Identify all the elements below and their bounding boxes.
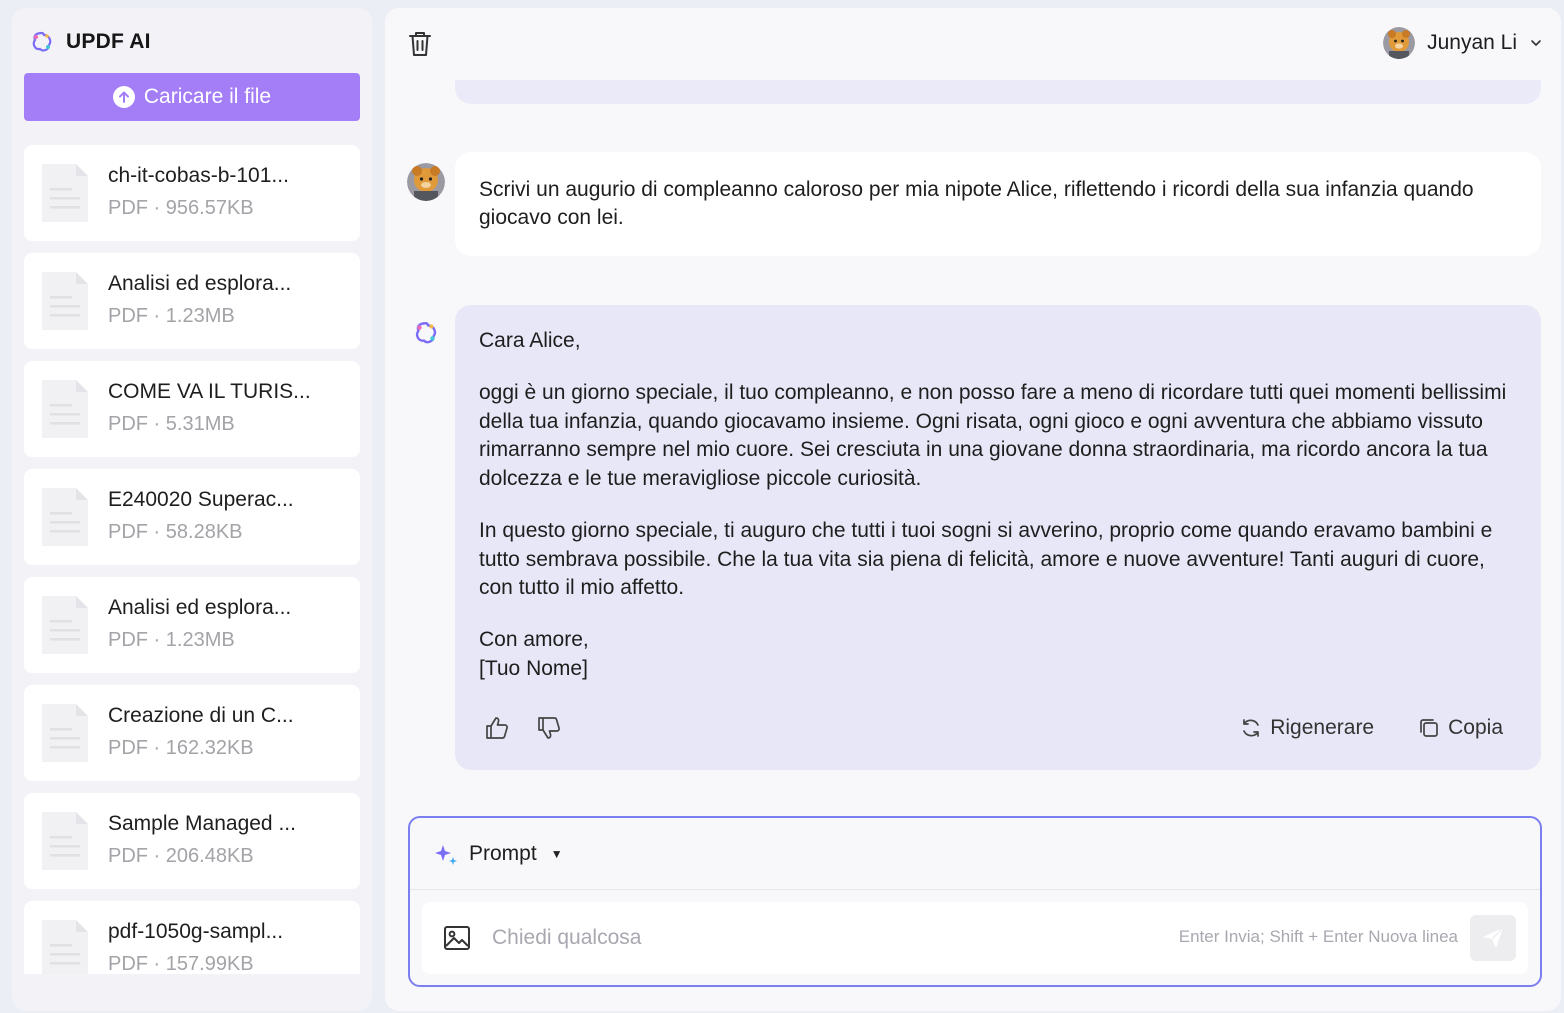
image-icon[interactable] bbox=[442, 923, 472, 953]
user-message: Scrivi un augurio di compleanno caloroso… bbox=[455, 152, 1541, 256]
trash-icon[interactable] bbox=[407, 30, 433, 58]
regenerate-icon bbox=[1243, 719, 1260, 737]
file-name: COME VA IL TURIS... bbox=[108, 380, 311, 403]
prompt-mode-dropdown[interactable]: Prompt ▼ bbox=[410, 818, 1540, 890]
top-bar: Junyan Li bbox=[385, 8, 1561, 80]
file-meta: PDF · 1.23MB bbox=[108, 629, 235, 651]
pdf-file-icon bbox=[42, 380, 88, 438]
file-item[interactable]: E240020 Superac... PDF · 58.28KB bbox=[24, 469, 360, 565]
file-item[interactable]: Analisi ed esplora... PDF · 1.23MB bbox=[24, 253, 360, 349]
ai-paragraph: In questo giorno speciale, ti auguro che… bbox=[479, 518, 1493, 600]
file-name: Analisi ed esplora... bbox=[108, 596, 292, 619]
file-meta: PDF · 58.28KB bbox=[108, 521, 243, 543]
pdf-file-icon bbox=[42, 164, 88, 222]
file-meta: PDF · 1.23MB bbox=[108, 305, 235, 327]
chevron-down-icon bbox=[1531, 40, 1541, 46]
ai-signature: [Tuo Nome] bbox=[479, 656, 588, 680]
avatar bbox=[407, 163, 445, 201]
upload-file-button[interactable]: Caricare il file bbox=[24, 73, 360, 121]
pdf-file-icon bbox=[42, 812, 88, 870]
file-item[interactable]: Creazione di un C... PDF · 162.32KB bbox=[24, 685, 360, 781]
brand-name: UPDF AI bbox=[66, 30, 151, 53]
updf-logo-icon bbox=[32, 31, 52, 52]
file-item[interactable]: pdf-1050g-sampl... PDF · 157.99KB bbox=[24, 901, 360, 974]
sparkle-icon bbox=[435, 844, 457, 865]
send-button[interactable] bbox=[1470, 915, 1516, 961]
regenerate-button[interactable]: Rigenerare bbox=[1240, 714, 1374, 743]
chat-panel: Junyan Li Scrivi un augurio di compleann… bbox=[385, 8, 1561, 1011]
file-name: pdf-1050g-sampl... bbox=[108, 920, 284, 943]
file-name: ch-it-cobas-b-101... bbox=[108, 164, 289, 187]
file-item[interactable]: ch-it-cobas-b-101... PDF · 956.57KB bbox=[24, 145, 360, 241]
pdf-file-icon bbox=[42, 920, 88, 974]
composer: Prompt ▼ Enter Invia; Shift + Enter Nuov… bbox=[408, 816, 1542, 987]
copy-button[interactable]: Copia bbox=[1418, 714, 1503, 743]
file-meta: PDF · 206.48KB bbox=[108, 845, 254, 867]
pdf-file-icon bbox=[42, 272, 88, 330]
copy-icon bbox=[1420, 719, 1438, 737]
avatar bbox=[1383, 27, 1416, 59]
file-item[interactable]: Sample Managed ... PDF · 206.48KB bbox=[24, 793, 360, 889]
file-name: Analisi ed esplora... bbox=[108, 272, 292, 295]
sidebar: UPDF AI Caricare il file ch-it-cobas-b-1… bbox=[12, 8, 372, 1011]
ask-input[interactable] bbox=[492, 920, 1052, 956]
brand: UPDF AI bbox=[30, 30, 151, 54]
copy-label: Copia bbox=[1448, 715, 1503, 739]
thumbs-up-icon bbox=[486, 717, 508, 739]
file-list: ch-it-cobas-b-101... PDF · 956.57KB Anal… bbox=[24, 145, 360, 974]
prompt-mode-label: Prompt bbox=[469, 841, 537, 865]
caret-down-icon: ▼ bbox=[550, 846, 563, 861]
upload-file-label: Caricare il file bbox=[143, 85, 272, 108]
pdf-file-icon bbox=[42, 596, 88, 654]
ai-message: Cara Alice, oggi è un giorno speciale, i… bbox=[455, 305, 1541, 770]
updf-logo-icon bbox=[415, 322, 437, 344]
file-name: E240020 Superac... bbox=[108, 488, 294, 511]
thumbs-down-button[interactable] bbox=[535, 714, 563, 742]
composer-input-row: Enter Invia; Shift + Enter Nuova linea bbox=[422, 902, 1528, 974]
regenerate-label: Rigenerare bbox=[1270, 715, 1375, 739]
file-meta: PDF · 5.31MB bbox=[108, 413, 235, 435]
ai-greeting: Cara Alice, bbox=[479, 329, 581, 352]
file-meta: PDF · 162.32KB bbox=[108, 737, 254, 759]
upload-arrow-icon bbox=[112, 86, 135, 108]
pdf-file-icon bbox=[42, 704, 88, 762]
file-name: Sample Managed ... bbox=[108, 812, 296, 835]
ai-closing: Con amore, bbox=[479, 628, 589, 652]
file-item[interactable]: COME VA IL TURIS... PDF · 5.31MB bbox=[24, 361, 360, 457]
message-actions: Rigenerare Copia bbox=[483, 713, 1503, 743]
send-icon bbox=[1483, 927, 1504, 948]
file-meta: PDF · 956.57KB bbox=[108, 197, 254, 219]
thumbs-up-button[interactable] bbox=[483, 714, 511, 742]
file-meta: PDF · 157.99KB bbox=[108, 953, 254, 974]
ai-paragraph: oggi è un giorno speciale, il tuo comple… bbox=[479, 381, 1507, 490]
file-item[interactable]: Analisi ed esplora... PDF · 1.23MB bbox=[24, 577, 360, 673]
input-hint: Enter Invia; Shift + Enter Nuova linea bbox=[1178, 927, 1458, 946]
file-name: Creazione di un C... bbox=[108, 704, 294, 727]
pdf-file-icon bbox=[42, 488, 88, 546]
user-name: Junyan Li bbox=[1427, 31, 1517, 54]
user-menu[interactable]: Junyan Li bbox=[1383, 27, 1543, 59]
thumbs-down-icon bbox=[538, 717, 560, 739]
